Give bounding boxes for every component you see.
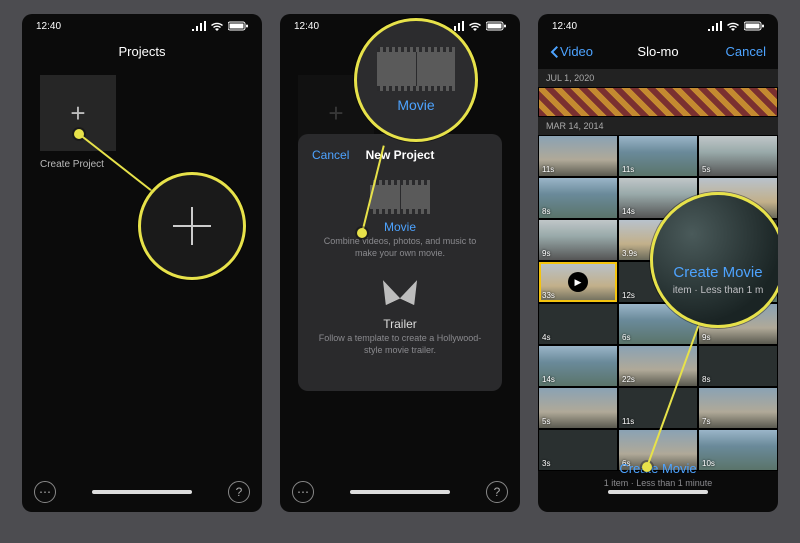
section-header: MAR 14, 2014	[538, 117, 778, 135]
signal-icon	[192, 21, 206, 31]
status-indicators	[192, 21, 248, 31]
more-icon[interactable]: ⋯	[292, 481, 314, 503]
help-icon[interactable]: ?	[486, 481, 508, 503]
battery-icon	[228, 21, 248, 31]
trailer-label: Trailer	[312, 317, 488, 331]
video-thumb[interactable]: 8s	[538, 177, 618, 219]
cancel-button[interactable]: Cancel	[726, 44, 766, 59]
video-thumb[interactable]: 12s	[618, 261, 698, 303]
magnifier-plus	[138, 172, 246, 280]
duration-label: 6s	[622, 333, 630, 342]
status-time: 12:40	[294, 21, 319, 32]
duration-label: 17s	[702, 291, 715, 300]
status-indicators	[450, 21, 506, 31]
back-button[interactable]: Video	[550, 44, 593, 59]
battery-icon	[486, 21, 506, 31]
page-title: Projects	[119, 44, 166, 59]
duration-label: 22s	[622, 375, 635, 384]
video-thumb[interactable]: 6s	[618, 303, 698, 345]
battery-icon	[744, 21, 764, 31]
sheet-title: New Project	[366, 148, 435, 168]
duration-label: 7s	[702, 207, 710, 216]
home-indicator	[350, 490, 450, 494]
duration-label: 9s	[542, 249, 550, 258]
video-thumb[interactable]: 4s	[538, 303, 618, 345]
signal-icon	[708, 21, 722, 31]
duration-label: 14s	[542, 375, 555, 384]
duration-label: 11s	[622, 417, 634, 426]
video-thumb[interactable]: ▶33s	[538, 261, 618, 303]
picker-header: Video Slo-mo Cancel	[538, 36, 778, 69]
duration-label: 11s	[622, 165, 634, 174]
filmstrip-icon	[370, 180, 430, 214]
video-thumb[interactable]: 23s	[698, 219, 778, 261]
video-thumb[interactable]: 9s	[698, 303, 778, 345]
create-project-tile[interactable]: +	[40, 75, 116, 151]
video-thumb[interactable]: 22s	[618, 345, 698, 387]
screen-media-picker: 12:40 Video Slo-mo Cancel JUL 1, 2020 MA…	[538, 14, 778, 512]
duration-label: 33s	[542, 291, 555, 300]
movie-description: Combine videos, photos, and music to mak…	[312, 236, 488, 259]
status-indicators	[708, 21, 764, 31]
duration-label: 5s	[702, 165, 710, 174]
video-thumb[interactable]	[538, 87, 778, 117]
duration-label: 9s	[702, 333, 710, 342]
duration-label: 23s	[702, 249, 715, 258]
status-bar: 12:40	[280, 14, 520, 36]
video-thumb[interactable]: 5s	[538, 387, 618, 429]
screen-new-project: 12:40 Projects + Cancel New Project Movi…	[280, 14, 520, 512]
cancel-button[interactable]: Cancel	[312, 148, 349, 162]
video-thumb[interactable]: 9s	[538, 219, 618, 261]
page-title: Slo-mo	[637, 44, 678, 59]
status-time: 12:40	[36, 21, 61, 32]
screen-projects: 12:40 Projects + Create Project ⋯ ?	[22, 14, 262, 512]
video-thumb[interactable]: 14s	[618, 177, 698, 219]
status-bar: 12:40	[538, 14, 778, 36]
duration-label: 3.9s	[622, 249, 637, 258]
create-project-label: Create Project	[40, 159, 262, 170]
signal-icon	[450, 21, 464, 31]
duration-label: 7s	[702, 417, 710, 426]
trailer-description: Follow a template to create a Hollywood-…	[312, 333, 488, 356]
duration-label: 14s	[622, 207, 635, 216]
movie-label: Movie	[312, 220, 488, 234]
video-thumb[interactable]: 5s	[698, 135, 778, 177]
video-thumb[interactable]: 11s	[538, 135, 618, 177]
help-icon[interactable]: ?	[228, 481, 250, 503]
chevron-left-icon	[550, 46, 558, 58]
wifi-icon	[726, 21, 740, 31]
video-thumb[interactable]: 3.9s	[618, 219, 698, 261]
video-thumb[interactable]: 7s	[698, 387, 778, 429]
duration-label: 11s	[542, 165, 554, 174]
status-bar: 12:40	[22, 14, 262, 36]
wifi-icon	[210, 21, 224, 31]
movie-option[interactable]: Movie Combine videos, photos, and music …	[312, 180, 488, 259]
spotlight-icon	[378, 275, 422, 311]
bottom-bar: ⋯ ?	[22, 472, 262, 512]
section-header: JUL 1, 2020	[538, 69, 778, 87]
plus-icon	[165, 199, 219, 253]
video-thumb[interactable]: 11s	[618, 135, 698, 177]
duration-label: 8s	[542, 207, 550, 216]
video-thumb[interactable]: 7s	[698, 177, 778, 219]
header-projects: Projects	[22, 36, 262, 69]
duration-label: 5s	[542, 417, 550, 426]
bottom-bar: ⋯ ?	[280, 472, 520, 512]
duration-label: 12s	[622, 291, 635, 300]
home-indicator	[608, 490, 708, 494]
status-time: 12:40	[552, 21, 577, 32]
thumb-grid: 11s 11s 5s 8s 14s 7s 9s 3.9s 23s ▶33s 12s 17s 4s 6s 9s…	[538, 135, 778, 471]
video-thumb[interactable]: 14s	[538, 345, 618, 387]
plus-icon: +	[70, 98, 85, 129]
home-indicator	[92, 490, 192, 494]
wifi-icon	[468, 21, 482, 31]
duration-label: 8s	[702, 375, 710, 384]
video-thumb[interactable]: 11s	[618, 387, 698, 429]
video-thumb[interactable]: 17s	[698, 261, 778, 303]
video-thumb[interactable]: 8s	[698, 345, 778, 387]
more-icon[interactable]: ⋯	[34, 481, 56, 503]
new-project-sheet: Cancel New Project Movie Combine videos,…	[298, 134, 502, 391]
duration-label: 4s	[542, 333, 550, 342]
trailer-option[interactable]: Trailer Follow a template to create a Ho…	[312, 275, 488, 356]
